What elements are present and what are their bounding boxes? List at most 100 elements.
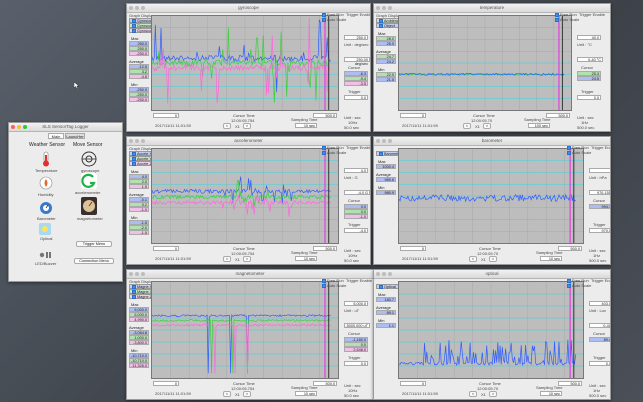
series-checkbox[interactable] (132, 295, 136, 299)
zoom-out-button[interactable]: < (223, 123, 231, 129)
max-scale-field[interactable] (589, 168, 610, 173)
window-title: barometer (481, 138, 503, 143)
launcher-title: SLS SensorTag Logger (42, 124, 89, 129)
zoom-out-button[interactable]: < (469, 256, 477, 262)
auto-scale-toggle[interactable]: Auto Scale (322, 150, 346, 155)
connection-menu-button[interactable]: Connection Menu (74, 258, 114, 264)
launcher-titlebar[interactable]: SLS SensorTag Logger (9, 123, 122, 132)
series-checkbox[interactable] (379, 285, 383, 289)
baro-graph[interactable] (398, 148, 584, 244)
cursor-value: -1.0 (344, 214, 368, 219)
humidity-icon[interactable] (39, 176, 53, 190)
optical-icon[interactable] (39, 223, 51, 235)
max-value: 180.7 (376, 297, 396, 302)
window-title: magnetometer (235, 271, 265, 276)
start-time-field[interactable]: 0 (153, 381, 179, 386)
magnetometer-icon[interactable] (81, 197, 97, 215)
zoom-in-button[interactable]: > (243, 391, 251, 397)
series-checkbox[interactable] (379, 24, 383, 28)
date-label: 2017/11/11 11:01:59 (155, 391, 191, 396)
auto-scale-checkbox[interactable] (322, 150, 326, 155)
range-select[interactable]: -5000.000 uT (344, 323, 370, 328)
auto-scale-toggle[interactable]: Auto Scale (555, 17, 579, 22)
auto-scale-checkbox[interactable] (322, 283, 326, 288)
trigger-field[interactable]: 0.0 (577, 95, 601, 100)
series-checkbox[interactable] (379, 152, 383, 156)
max-scale-field[interactable]: 4.0 (344, 168, 368, 173)
zoom-in-button[interactable]: > (489, 256, 497, 262)
gyroscope-icon[interactable] (81, 151, 97, 167)
zoom-in-button[interactable]: > (243, 123, 251, 129)
zoom-in-button[interactable]: > (243, 256, 251, 262)
auto-scale-checkbox[interactable] (555, 17, 559, 22)
duration-label: 500.0 sec (589, 393, 607, 398)
range-select[interactable]: 250.00 deg/sec (344, 57, 370, 66)
accelerometer-icon[interactable] (81, 173, 97, 189)
trigger-field[interactable]: 0.0 (344, 361, 368, 366)
sampling-time-select[interactable]: 10 sec (295, 256, 317, 261)
series-trace (152, 318, 331, 374)
max-scale-field[interactable]: 5,000.0 (344, 301, 368, 306)
trigger-field[interactable]: -4.0 (344, 228, 368, 233)
auto-scale-toggle[interactable]: Auto Scale (322, 17, 346, 22)
temp-graph[interactable] (398, 15, 572, 111)
trigger-field[interactable]: 0.0 (344, 95, 368, 100)
launcher-tab-launcher[interactable]: LauncHer (65, 133, 85, 139)
trigger-menu-button[interactable]: Trigger Menu (76, 241, 112, 247)
trigger-field[interactable]: 0.0 (589, 361, 610, 366)
zoom-out-button[interactable]: < (463, 123, 471, 129)
average-value: -3,800.0 (129, 340, 149, 345)
sampling-time-select[interactable]: 10 sec (295, 391, 317, 396)
zoom-in-button[interactable]: > (489, 391, 497, 397)
auto-scale-toggle[interactable]: Auto Scale (567, 283, 591, 288)
sampling-time-select[interactable]: 10 sec (540, 256, 562, 261)
zoom-out-button[interactable]: < (223, 391, 231, 397)
gyro-graph[interactable] (151, 15, 339, 111)
x-zoom-label: X1 (481, 392, 486, 397)
optical-graph[interactable] (398, 281, 584, 379)
range-select[interactable]: 0-40 °C (577, 57, 603, 62)
launcher-tab-main[interactable]: Main (48, 133, 64, 139)
max-scale-field[interactable]: 40.0 (577, 35, 601, 40)
thermometer-icon[interactable] (39, 151, 53, 167)
sampling-time-select[interactable]: 10 sec (295, 123, 317, 128)
zoom-out-button[interactable]: < (469, 391, 477, 397)
trigger-enable-label: Trigger Enable (346, 278, 373, 283)
series-checkbox[interactable] (132, 29, 136, 33)
barometer-icon[interactable] (39, 201, 53, 215)
led-buzzer-icon[interactable] (39, 251, 53, 259)
x-zoom-label: X1 (475, 124, 480, 129)
gyro-trace-svg (152, 16, 338, 110)
zoom-in-button[interactable]: > (483, 123, 491, 129)
range-select[interactable]: -4.0 G (344, 190, 370, 195)
accel-graph[interactable] (151, 148, 339, 244)
trigger-field[interactable]: 970.0 (589, 228, 610, 233)
start-time-field[interactable]: 0 (400, 246, 426, 251)
start-time-field[interactable]: 0 (153, 246, 179, 251)
range-select[interactable]: 970-1550 (589, 190, 610, 195)
auto-scale-toggle[interactable]: Auto Scale (567, 150, 591, 155)
auto-scale-checkbox[interactable] (322, 17, 326, 22)
auto-scale-toggle[interactable]: Auto Scale (322, 283, 346, 288)
series-checkbox[interactable] (132, 162, 136, 166)
start-time-field[interactable]: 0 (400, 113, 426, 118)
range-select[interactable]: 0-400 (589, 323, 610, 328)
max-scale-field[interactable]: 403.0 (589, 301, 610, 306)
sampling-time-label: Sampling Time (524, 117, 551, 122)
magnet-graph[interactable] (151, 281, 339, 379)
max-scale-field[interactable]: 250.0 (344, 35, 368, 40)
date-label: 2017/11/11 11:01:59 (402, 391, 438, 396)
auto-scale-label: Auto Scale (327, 150, 347, 155)
sampling-time-select[interactable]: 10 sec (540, 391, 562, 396)
start-time-field[interactable]: 0 (153, 113, 179, 118)
auto-scale-label: Auto Scale (560, 17, 580, 22)
start-time-field[interactable]: 0 (400, 381, 426, 386)
zoom-out-button[interactable]: < (223, 256, 231, 262)
auto-scale-checkbox[interactable] (567, 150, 571, 155)
trigger-enable-label: Trigger Enable (346, 145, 371, 150)
cursor-label: Cursor (593, 331, 606, 336)
auto-scale-checkbox[interactable] (567, 283, 571, 288)
cursor-label: Cursor (581, 65, 594, 70)
sampling-time-select[interactable]: 100 sec (528, 123, 550, 128)
min-value: 1.1 (376, 323, 396, 328)
